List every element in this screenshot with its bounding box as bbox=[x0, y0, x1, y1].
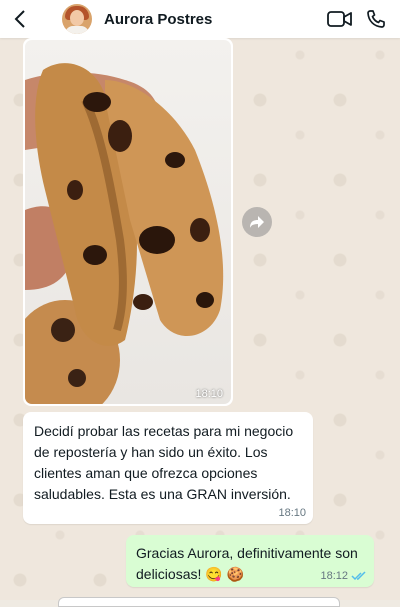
message-timestamp: 18:10 bbox=[278, 507, 306, 519]
video-call-button[interactable] bbox=[322, 0, 358, 38]
incoming-message[interactable]: Decidí probar las recetas para mi negoci… bbox=[23, 412, 313, 524]
back-button[interactable] bbox=[0, 0, 40, 38]
cookie-photo[interactable] bbox=[25, 40, 231, 404]
chat-header: Aurora Postres bbox=[0, 0, 400, 38]
image-message[interactable]: 18:10 bbox=[23, 38, 233, 406]
outgoing-message[interactable]: Gracias Aurora, definitivamente son deli… bbox=[126, 535, 374, 587]
forward-arrow-icon bbox=[250, 216, 264, 228]
forward-button[interactable] bbox=[242, 207, 272, 237]
avatar[interactable] bbox=[62, 4, 92, 34]
phone-icon bbox=[367, 10, 385, 28]
voice-call-button[interactable] bbox=[358, 0, 394, 38]
chevron-left-icon bbox=[14, 10, 25, 28]
message-text: Decidí probar las recetas para mi negoci… bbox=[34, 423, 294, 502]
contact-name[interactable]: Aurora Postres bbox=[104, 11, 322, 28]
video-camera-icon bbox=[327, 11, 352, 27]
image-timestamp: 18:10 bbox=[195, 388, 223, 400]
message-composer[interactable] bbox=[58, 597, 340, 607]
message-meta: 18:12 bbox=[320, 570, 367, 582]
message-timestamp: 18:12 bbox=[320, 570, 348, 582]
double-check-read-icon bbox=[351, 571, 366, 581]
